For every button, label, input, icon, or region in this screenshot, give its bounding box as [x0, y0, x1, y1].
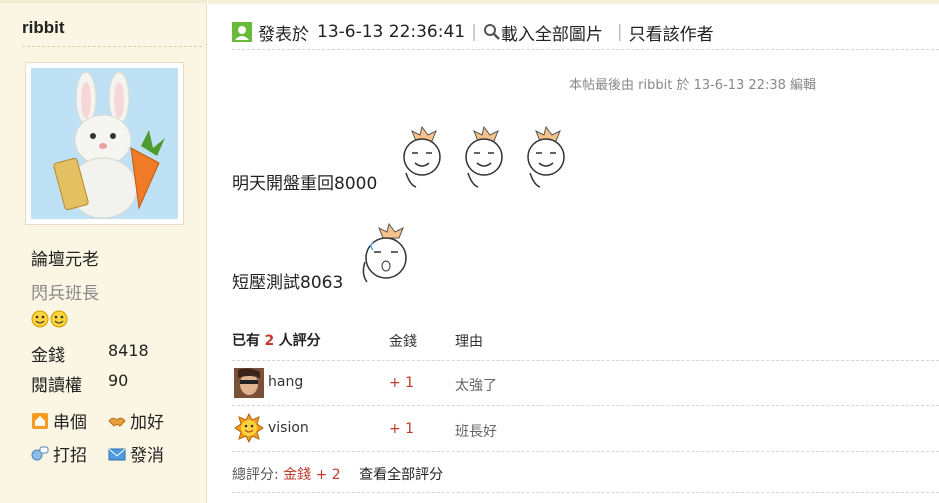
header-divider — [232, 49, 939, 50]
add-friend-link[interactable]: 加好 — [108, 408, 164, 433]
author-avatar[interactable] — [25, 62, 184, 225]
sweating-onion-emoticon — [362, 222, 407, 283]
rater-reason: 太強了 — [455, 378, 497, 394]
onion-head-emoticon — [465, 125, 503, 188]
rabbit-avatar-image — [31, 68, 178, 219]
rating-count: 2 — [264, 333, 275, 349]
visit-space-label: 串個 — [53, 413, 87, 433]
rater-name[interactable]: hang — [268, 374, 303, 390]
send-message-label: 發消 — [130, 446, 164, 466]
rating-col-money: 金錢 — [389, 334, 417, 350]
rating-divider — [232, 492, 939, 493]
sidebar-divider — [22, 46, 202, 47]
edit-note: 本帖最後由 ribbit 於 13-6-13 22:38 編輯 — [569, 78, 817, 93]
magnifier-icon — [483, 24, 500, 40]
rater-avatar-hang[interactable] — [234, 368, 264, 398]
rating-col-reason: 理由 — [455, 334, 483, 350]
rater-name[interactable]: vision — [268, 420, 309, 436]
rating-divider — [232, 451, 939, 452]
visit-space-link[interactable]: 串個 — [31, 408, 87, 433]
rating-head-prefix: 已有 — [232, 333, 260, 349]
post-top-border — [208, 0, 939, 4]
view-all-ratings-link[interactable]: 查看全部評分 — [359, 467, 443, 483]
onion-head-emoticon — [527, 125, 565, 188]
stat-read-permission-label: 閱讀權 — [31, 376, 82, 396]
header-pipe: | — [616, 22, 623, 42]
smiley-icon — [50, 310, 68, 328]
author-username[interactable]: ribbit — [22, 18, 65, 38]
post-header: 發表於 13-6-13 22:36:41 | 載入全部圖片 | 只看該作者 — [232, 20, 714, 45]
load-all-images-link[interactable]: 載入全部圖片 — [483, 20, 603, 45]
add-friend-label: 加好 — [130, 413, 164, 433]
sidebar-top-border — [0, 0, 207, 3]
handshake-icon — [108, 417, 126, 427]
author-title: 論壇元老 — [31, 250, 99, 270]
author-rank: 閃兵班長 — [31, 284, 99, 304]
total-label: 總評分: — [232, 467, 279, 483]
author-only-link[interactable]: 只看該作者 — [629, 20, 714, 45]
load-all-images-label: 載入全部圖片 — [500, 24, 603, 45]
home-icon — [32, 412, 48, 429]
rank-stars — [31, 310, 68, 328]
post-line-1: 明天開盤重回8000 — [232, 174, 378, 194]
rating-summary-header: 已有 2 人評分 — [232, 330, 321, 350]
rating-divider — [232, 405, 939, 406]
rater-score: + 1 — [389, 421, 415, 437]
author-sidebar: ribbit 論壇元老 閃兵班長 金錢 8418 閱讀權 90 串個 加好 打招… — [0, 0, 207, 503]
send-message-link[interactable]: 發消 — [108, 441, 164, 466]
rater-score: + 1 — [389, 375, 415, 391]
greet-icon — [31, 446, 49, 460]
rater-reason: 班長好 — [455, 424, 497, 440]
stat-money-label: 金錢 — [31, 346, 65, 366]
posted-time: 13-6-13 22:36:41 — [317, 22, 466, 42]
smiley-icon — [31, 310, 49, 328]
greet-link[interactable]: 打招 — [31, 441, 87, 466]
greet-label: 打招 — [53, 446, 87, 466]
post-line-2: 短壓測試8063 — [232, 273, 344, 293]
user-online-icon — [232, 22, 252, 42]
onion-head-emoticon — [403, 125, 441, 188]
stat-money-value: 8418 — [108, 341, 149, 360]
total-value: 金錢 + 2 — [283, 467, 341, 483]
rating-divider — [232, 360, 939, 361]
rating-total: 總評分: 金錢 + 2 查看全部評分 — [232, 464, 443, 484]
stat-read-permission-value: 90 — [108, 371, 129, 390]
header-pipe: | — [471, 22, 477, 42]
envelope-icon — [108, 448, 126, 460]
rater-avatar-vision[interactable] — [234, 413, 264, 443]
posted-label: 發表於 — [258, 24, 309, 45]
rating-head-suffix: 人評分 — [278, 333, 321, 349]
